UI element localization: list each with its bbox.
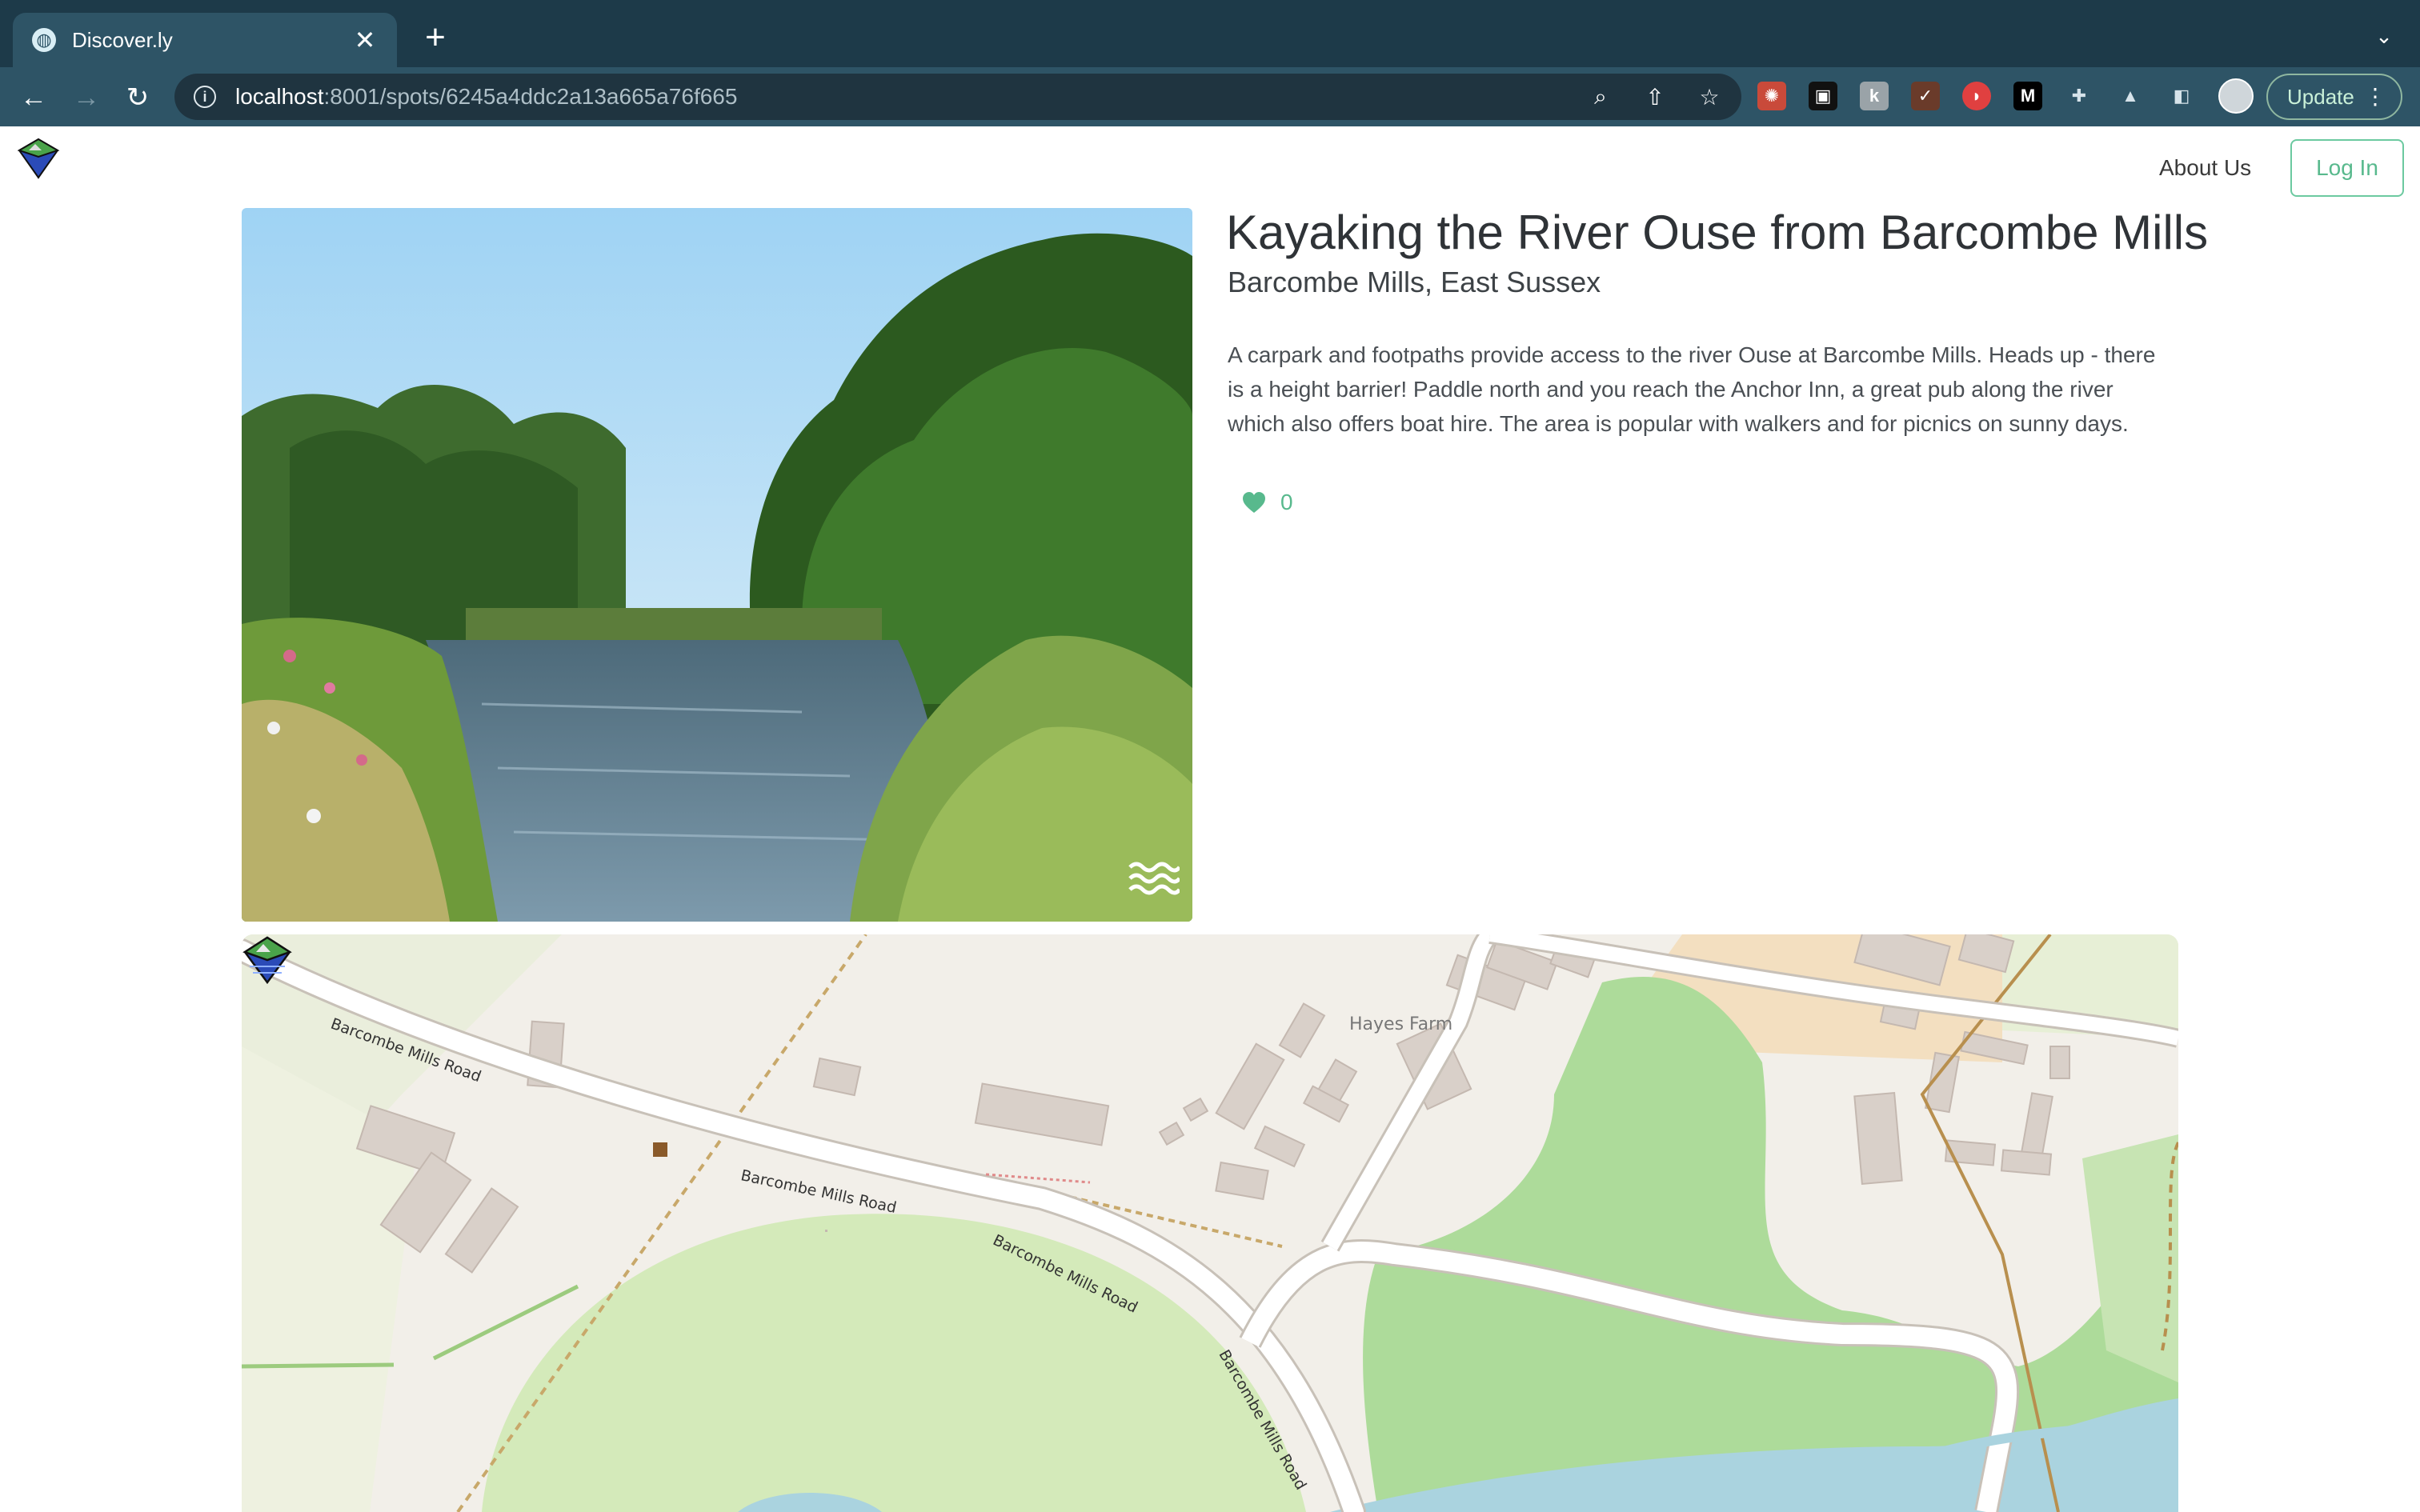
update-label: Update [2287,84,2354,109]
browser-tab-active[interactable]: ◍ Discover.ly ✕ [13,13,397,67]
extensions-row: ✺ ▣ k ✓ ◗ M ✚ ▲ ◧ [1757,78,2254,114]
browser-toolbar: ← → ↻ i localhost:8001/spots/6245a4ddc2a… [0,67,2420,126]
forward-arrow-icon[interactable]: → [69,80,104,115]
spot-description: A carpark and footpaths provide access t… [1228,342,2156,436]
spot-map-marker-icon[interactable] [242,934,293,986]
info-icon[interactable]: i [194,86,216,108]
back-arrow-icon[interactable]: ← [16,80,51,115]
browser-tab-strip: ◍ Discover.ly ✕ + ⌄ [0,0,2420,67]
tab-search-chevron-icon[interactable]: ⌄ [2372,24,2396,48]
water-waves-icon [1128,862,1180,895]
extensions-icon[interactable]: ✚ [2065,82,2093,110]
new-tab-button[interactable]: + [416,19,455,58]
update-button[interactable]: Update ⋮ [2266,74,2402,120]
extension-m-icon[interactable]: M [2013,82,2042,110]
address-bar[interactable]: i localhost:8001/spots/6245a4ddc2a13a665… [174,74,1741,120]
url-host: localhost [235,84,324,109]
star-icon[interactable]: ☆ [1697,84,1722,110]
extension-bug-icon[interactable]: ✓ [1911,82,1940,110]
login-button[interactable]: Log In [2290,139,2404,197]
share-icon[interactable]: ⇧ [1642,84,1668,110]
globe-favicon-icon: ◍ [32,28,56,52]
map-tiles [242,934,2178,1512]
spot-photo [242,208,1192,922]
spot-title: Kayaking the River Ouse from Barcombe Mi… [1226,206,2209,259]
like-count: 0 [1280,490,1293,514]
extension-red-icon[interactable]: ✺ [1757,82,1786,110]
extension-k-icon[interactable]: k [1860,82,1889,110]
url-path: :8001/spots/6245a4ddc2a13a665a76f665 [323,84,738,109]
reload-icon[interactable]: ↻ [120,80,155,115]
page-content: About Us Log In Kayaking the River Ouse … [0,126,2420,1512]
place-label: Hayes Farm [1349,1014,1453,1034]
spot-map[interactable]: Barcombe Mills Road Barcombe Mills Road … [242,934,2178,1512]
spot-location: Barcombe Mills, East Sussex [1228,266,1601,298]
heart-icon [1243,492,1265,513]
tab-title: Discover.ly [72,27,173,52]
extension-bird-icon[interactable]: ◗ [1962,82,1991,110]
about-us-link[interactable]: About Us [2159,155,2251,181]
sidebar-icon[interactable]: ◧ [2167,82,2196,110]
close-tab-icon[interactable]: ✕ [352,25,378,55]
river-photo-image [242,208,1192,922]
zoom-icon[interactable]: ⌕ [1588,84,1613,110]
labs-flask-icon[interactable]: ▲ [2116,82,2145,110]
extension-doc-icon[interactable]: ▣ [1809,82,1837,110]
kebab-menu-icon[interactable]: ⋮ [2364,83,2386,110]
profile-avatar[interactable] [2218,78,2254,114]
like-button[interactable]: 0 [1242,490,1293,515]
site-logo[interactable] [16,136,61,181]
